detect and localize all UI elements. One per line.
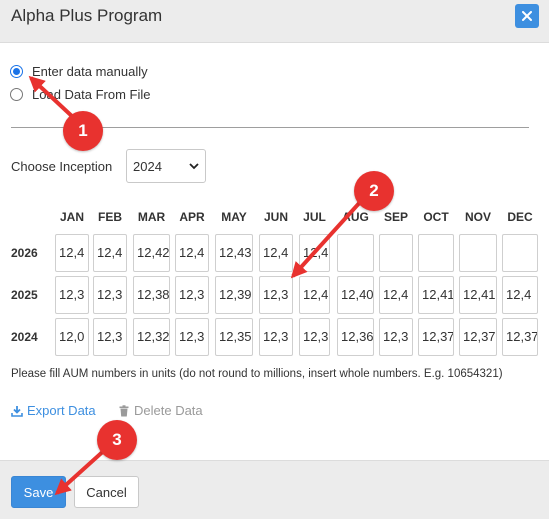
export-data-label: Export Data: [27, 403, 96, 418]
aum-input-2024-jan[interactable]: 12,0: [55, 318, 89, 356]
aum-input-2025-jul[interactable]: 12,4: [299, 276, 330, 314]
month-header-sep: SEP: [383, 210, 408, 224]
delete-data-link[interactable]: Delete Data: [118, 403, 203, 418]
aum-input-2025-sep[interactable]: 12,4: [379, 276, 413, 314]
year-label-2026: 2026: [11, 246, 38, 260]
month-header-jun: JUN: [263, 210, 288, 224]
aum-input-2024-nov[interactable]: 12,37: [459, 318, 497, 356]
aum-input-2026-jun[interactable]: 12,4: [259, 234, 293, 272]
dialog-title: Alpha Plus Program: [11, 6, 163, 25]
aum-input-2024-jul[interactable]: 12,3: [299, 318, 330, 356]
aum-input-2026-apr[interactable]: 12,4: [175, 234, 209, 272]
aum-input-2026-dec[interactable]: [502, 234, 538, 272]
radio-label-manual: Enter data manually: [32, 64, 148, 79]
dialog-header: Alpha Plus Program: [0, 0, 549, 43]
inception-select[interactable]: 2024: [126, 149, 206, 183]
month-header-feb: FEB: [98, 210, 122, 224]
aum-input-2025-nov[interactable]: 12,41: [459, 276, 497, 314]
aum-input-2024-may[interactable]: 12,35: [215, 318, 253, 356]
aum-input-2026-aug[interactable]: [337, 234, 374, 272]
close-icon: [522, 11, 532, 21]
delete-data-label: Delete Data: [134, 403, 203, 418]
aum-input-2025-mar[interactable]: 12,38: [133, 276, 170, 314]
inception-value: 2024: [133, 158, 162, 174]
trash-icon: [119, 404, 129, 416]
aum-input-2024-dec[interactable]: 12,37: [502, 318, 538, 356]
aum-input-2024-sep[interactable]: 12,3: [379, 318, 413, 356]
aum-input-2025-oct[interactable]: 12,41: [418, 276, 454, 314]
aum-input-2024-feb[interactable]: 12,3: [93, 318, 127, 356]
aum-input-2024-aug[interactable]: 12,36: [337, 318, 374, 356]
aum-input-2026-nov[interactable]: [459, 234, 497, 272]
aum-input-2025-apr[interactable]: 12,3: [175, 276, 209, 314]
aum-input-2024-apr[interactable]: 12,3: [175, 318, 209, 356]
close-button[interactable]: [515, 4, 539, 28]
aum-input-2024-mar[interactable]: 12,32: [133, 318, 170, 356]
annotation-badge-1: 1: [63, 111, 103, 151]
aum-input-2025-feb[interactable]: 12,3: [93, 276, 127, 314]
aum-input-2026-sep[interactable]: [379, 234, 413, 272]
month-header-oct: OCT: [423, 210, 449, 224]
month-header-mar: MAR: [137, 210, 166, 224]
aum-input-2024-oct[interactable]: 12,37: [418, 318, 454, 356]
radio-button[interactable]: [10, 88, 23, 101]
aum-input-2026-may[interactable]: 12,43: [215, 234, 253, 272]
chevron-down-icon: [189, 163, 199, 170]
aum-input-2024-jun[interactable]: 12,3: [259, 318, 293, 356]
month-header-aug: AUG: [342, 210, 369, 224]
aum-input-2026-oct[interactable]: [418, 234, 454, 272]
aum-input-2026-feb[interactable]: 12,4: [93, 234, 127, 272]
cancel-button[interactable]: Cancel: [74, 476, 139, 508]
month-header-may: MAY: [221, 210, 247, 224]
export-data-link[interactable]: Export Data: [11, 403, 96, 418]
save-button[interactable]: Save: [11, 476, 66, 508]
aum-input-2025-dec[interactable]: 12,4: [502, 276, 538, 314]
aum-input-2025-jan[interactable]: 12,3: [55, 276, 89, 314]
month-header-jan: JAN: [59, 210, 84, 224]
radio-label-file: Load Data From File: [32, 87, 151, 102]
annotation-badge-2: 2: [354, 171, 394, 211]
aum-input-2026-mar[interactable]: 12,42: [133, 234, 170, 272]
download-icon: [11, 405, 23, 417]
month-header-jul: JUL: [303, 210, 326, 224]
inception-label: Choose Inception: [11, 159, 113, 174]
aum-input-2026-jan[interactable]: 12,4: [55, 234, 89, 272]
aum-instruction-note: Please fill AUM numbers in units (do not…: [11, 368, 503, 380]
month-header-apr: APR: [179, 210, 205, 224]
radio-enter-manually[interactable]: Enter data manually: [10, 64, 148, 79]
aum-input-2025-jun[interactable]: 12,3: [259, 276, 293, 314]
month-header-dec: DEC: [507, 210, 533, 224]
month-header-nov: NOV: [464, 210, 491, 224]
annotation-badge-3: 3: [97, 420, 137, 460]
year-label-2024: 2024: [11, 330, 38, 344]
aum-input-2026-jul[interactable]: 12,4: [299, 234, 330, 272]
year-label-2025: 2025: [11, 288, 38, 302]
aum-input-2025-may[interactable]: 12,39: [215, 276, 253, 314]
radio-load-from-file[interactable]: Load Data From File: [10, 87, 151, 102]
aum-input-2025-aug[interactable]: 12,40: [337, 276, 374, 314]
radio-button-checked[interactable]: [10, 65, 23, 78]
